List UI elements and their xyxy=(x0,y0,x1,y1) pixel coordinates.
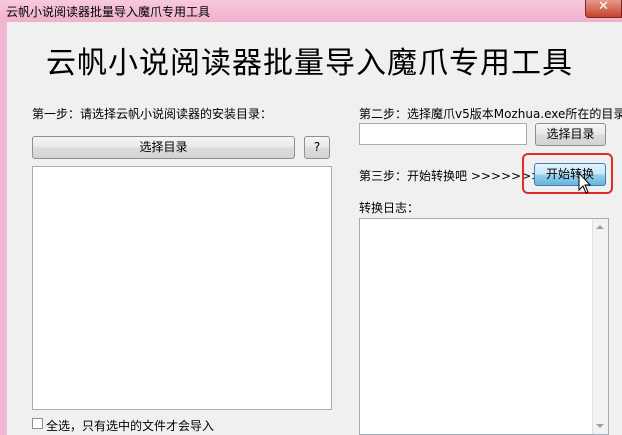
file-list[interactable] xyxy=(32,166,332,410)
select-install-dir-button[interactable]: 选择目录 xyxy=(32,136,295,159)
close-icon: ✕ xyxy=(598,0,609,14)
step1-label: 第一步：请选择云帆小说阅读器的安装目录： xyxy=(32,107,273,121)
start-convert-button[interactable]: 开始转换 xyxy=(534,163,606,186)
select-mozhua-dir-button[interactable]: 选择目录 xyxy=(535,123,606,146)
window-client-area: 云帆小说阅读器批量导入魔爪专用工具 第一步：请选择云帆小说阅读器的安装目录： 选… xyxy=(7,22,622,435)
page-title: 云帆小说阅读器批量导入魔爪专用工具 xyxy=(46,46,573,81)
step2-label: 第二步：选择魔爪v5版本Mozhua.exe所在的目录 xyxy=(359,107,622,121)
scroll-down-icon[interactable] xyxy=(596,424,604,428)
select-all-label: 全选，只有选中的文件才会导入 xyxy=(46,419,215,433)
scroll-up-icon[interactable] xyxy=(596,225,604,229)
help-button[interactable]: ? xyxy=(304,136,330,159)
step3-label: 第三步：开始转换吧 >>>>>>> xyxy=(359,169,542,183)
select-all-checkbox[interactable] xyxy=(32,418,43,429)
log-textarea[interactable] xyxy=(359,218,609,435)
title-bar: 云帆小说阅读器批量导入魔爪专用工具 ✕ xyxy=(0,0,622,22)
mouse-cursor-icon xyxy=(578,172,592,194)
log-scrollbar[interactable] xyxy=(592,219,608,434)
close-button[interactable]: ✕ xyxy=(585,0,622,18)
log-label: 转换日志： xyxy=(359,201,420,215)
mozhua-path-input[interactable] xyxy=(359,123,527,145)
window-title: 云帆小说阅读器批量导入魔爪专用工具 xyxy=(6,5,211,19)
